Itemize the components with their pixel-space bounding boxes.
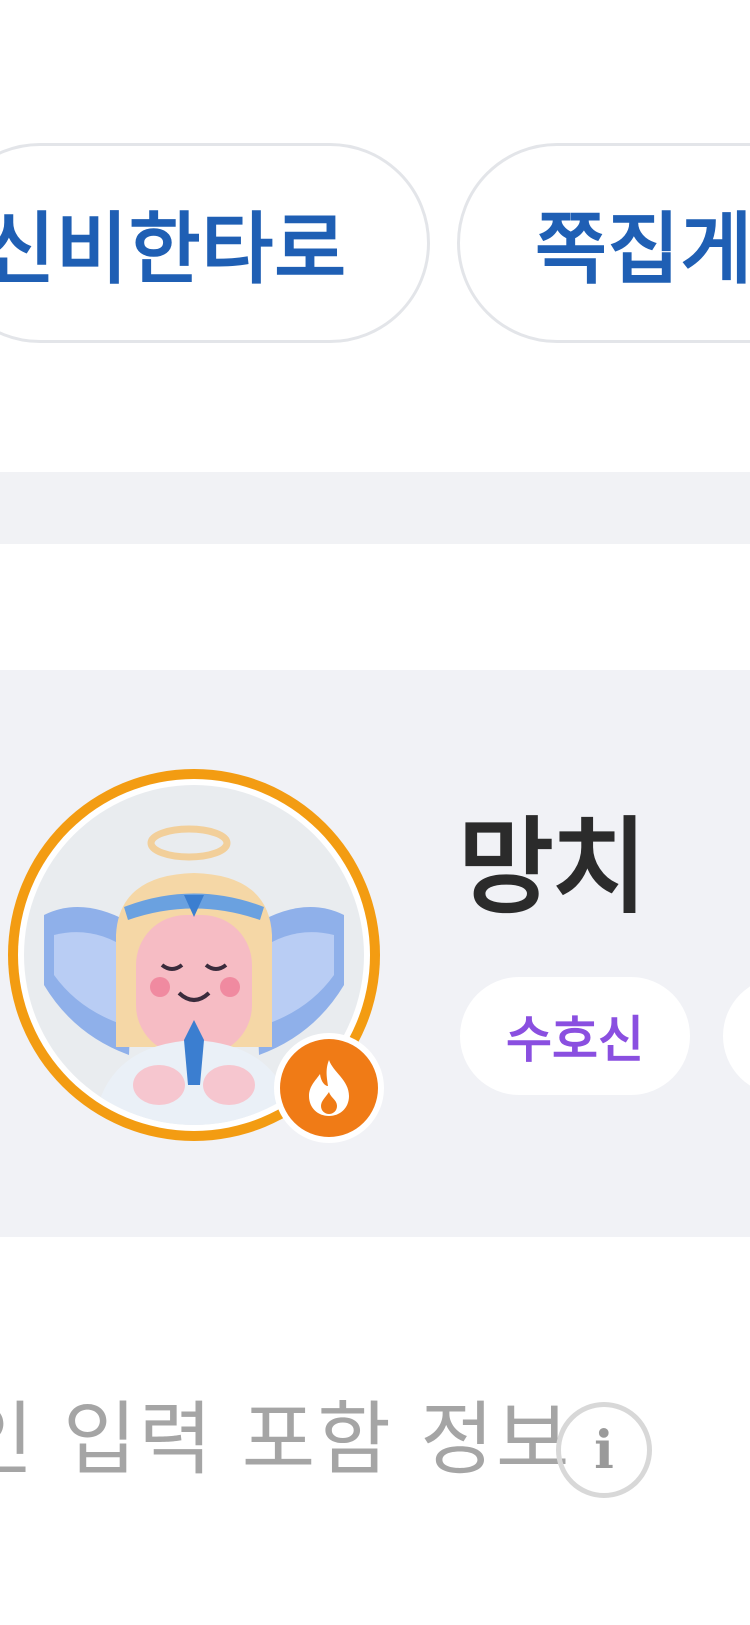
chip-precise[interactable]: 쪽집게 xyxy=(457,143,750,343)
profile-name: 망치 xyxy=(458,806,647,928)
section-divider xyxy=(0,472,750,544)
info-icon[interactable]: i xyxy=(556,1402,652,1498)
guardian-badge: 수호신 xyxy=(460,977,690,1095)
info-label: 인 입력 포함 정보 xyxy=(0,1393,572,1486)
fire-icon xyxy=(280,1039,378,1137)
badge-label: 수호신 xyxy=(506,1011,644,1069)
fire-badge xyxy=(274,1033,384,1143)
chip-label: 쪽집게 xyxy=(535,205,750,295)
chip-mystic-tarot[interactable]: 신비한타로 xyxy=(0,143,430,343)
screen: 신비한타로 쪽집게 망치 수호신 인 입력 포함 정보 i xyxy=(0,0,750,1625)
chip-label: 신비한타로 xyxy=(0,205,347,295)
